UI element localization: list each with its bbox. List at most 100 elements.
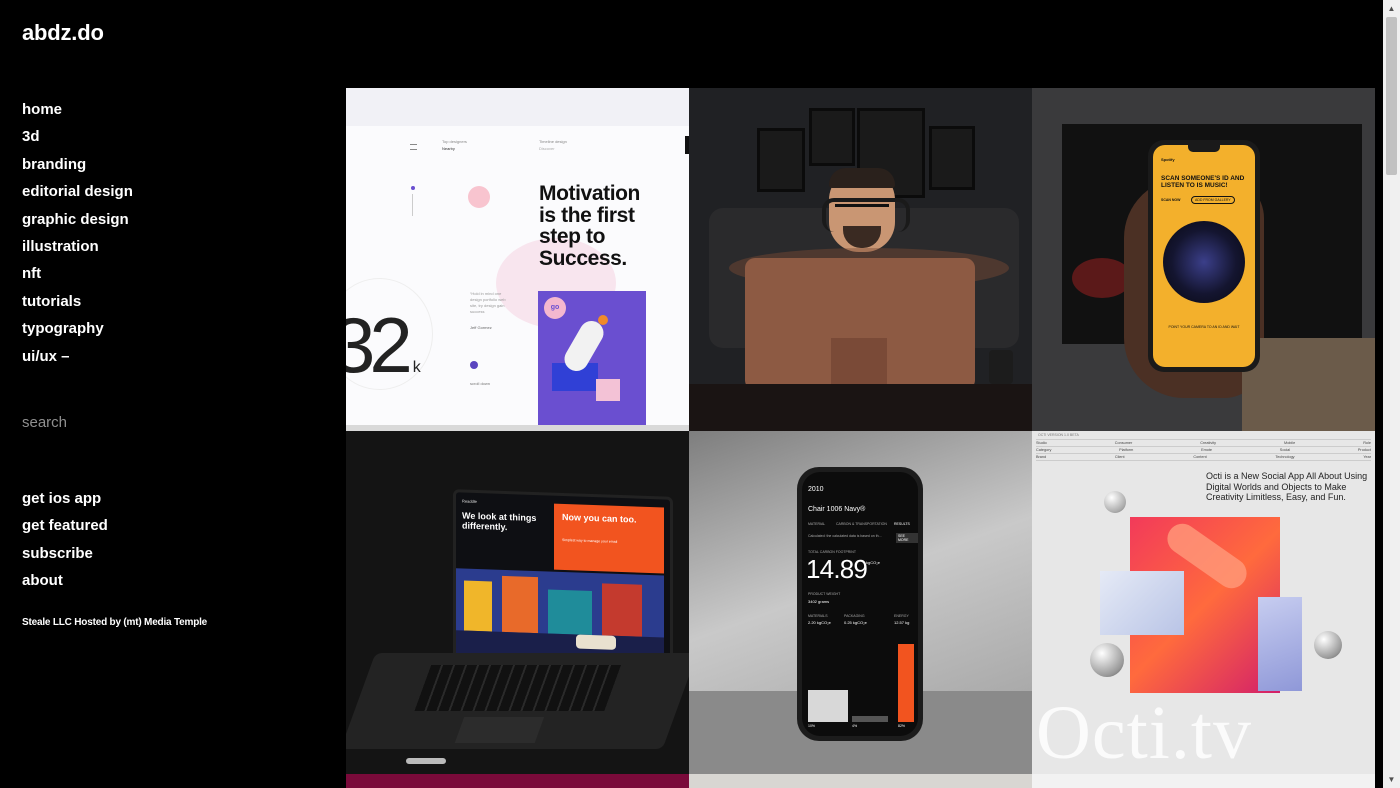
readdle-brand: Readdle	[462, 498, 477, 504]
nav-item-nft[interactable]: nft	[22, 260, 133, 287]
laptop-light	[406, 758, 446, 764]
quote-author: Jeff Gormez	[470, 325, 492, 330]
info-cell: Brand	[1036, 455, 1047, 459]
purple-card: go	[538, 291, 646, 425]
scroll-down-arrow-icon[interactable]: ▼	[1383, 771, 1400, 788]
sleeve	[1242, 338, 1375, 431]
post-tile-octi[interactable]: OCTI VERSION 1.0 BETA Studio Consumer Crea…	[1032, 431, 1375, 774]
nav-item-branding[interactable]: branding	[22, 151, 133, 178]
bar-energy	[898, 644, 914, 722]
octi-heading: Octi is a New Social App All About Using…	[1206, 471, 1370, 503]
trackpad	[454, 717, 545, 743]
go-badge: go	[544, 297, 566, 319]
site-logo[interactable]: abdz.do	[22, 20, 104, 46]
building-yellow	[464, 580, 492, 632]
subscribe-link[interactable]: subscribe	[22, 540, 108, 567]
gallery-button: ADD FROM GALLERY	[1191, 196, 1235, 204]
nav-item-tutorials[interactable]: tutorials	[22, 288, 133, 315]
info-cell: Emote	[1201, 448, 1213, 452]
white-cylinder	[560, 316, 608, 376]
calculation-note: Calculated: the calculated data is based…	[808, 534, 882, 538]
post-tile-3d-character[interactable]	[689, 88, 1032, 431]
octi-top-label: OCTI VERSION 1.0 BETA	[1038, 433, 1079, 437]
post-tile-spotify-scan[interactable]: Spotify SCAN SOMEONE'S ID AND LISTEN TO …	[1032, 88, 1375, 431]
octi-heading-brand: Octi	[1206, 471, 1223, 481]
building-teal	[548, 589, 592, 636]
octi-heading-rest: is a New Social App All About Using Digi…	[1206, 471, 1368, 502]
post-grid: Top designers Nearby Timeline design Dis…	[346, 88, 1375, 788]
info-row: Studio Consumer Creativity Mobile Role	[1036, 439, 1371, 446]
info-cell: Category	[1036, 448, 1052, 452]
post-tile-partial-2[interactable]	[689, 774, 1032, 788]
footer-company-link[interactable]: Steale LLC	[22, 617, 72, 628]
scroll-up-arrow-icon[interactable]: ▲	[1383, 0, 1400, 17]
scroll-dot	[470, 361, 478, 369]
see-more-button: SEE MORE	[896, 533, 918, 543]
scroll-down-label: scroll down	[470, 381, 491, 386]
year-label: 2010	[808, 486, 824, 493]
post-tile-carbon-app[interactable]: 2010 Chair 1006 Navy® MATERIAL CARBON & …	[689, 431, 1032, 774]
headline-line-1: Motivation	[539, 182, 640, 205]
octi-info-table: Studio Consumer Creativity Mobile Role Categ…	[1036, 439, 1371, 461]
get-featured-link[interactable]: get featured	[22, 512, 108, 539]
search-input[interactable]	[22, 414, 222, 431]
car	[576, 634, 616, 650]
energy-value: 12.57 kg	[894, 620, 910, 625]
orange-panel-title: Now you can too.	[562, 511, 637, 525]
quote-text: “Hold in mind one design portfolio web s…	[470, 291, 506, 314]
carbon-unit: kgCO₂e	[866, 560, 881, 565]
wall-frame-4	[929, 126, 975, 190]
nav-item-home[interactable]: home	[22, 96, 133, 123]
desk-surface	[689, 384, 1032, 431]
phone-frame: Spotify SCAN SOMEONE'S ID AND LISTEN TO …	[1148, 140, 1260, 372]
nav-item-illustration[interactable]: illustration	[22, 233, 133, 260]
glass-panel-left	[1100, 571, 1184, 635]
chrome-sphere-2	[1314, 631, 1342, 659]
footer-host-link[interactable]: Hosted by (mt) Media Temple	[74, 617, 207, 628]
building-red	[602, 583, 642, 637]
carbon-value: 14.89	[806, 554, 868, 584]
packaging-value: 0.25 kgCO₂e	[844, 620, 867, 625]
get-ios-app-link[interactable]: get ios app	[22, 485, 108, 512]
keyboard	[414, 665, 622, 711]
info-cell: Mobile	[1284, 441, 1296, 445]
info-cell: Year	[1363, 455, 1371, 459]
post-tile-partial-3[interactable]	[1032, 774, 1375, 788]
octi-watermark: Octi.tv	[1036, 691, 1252, 774]
chrome-sphere-3	[1104, 491, 1126, 513]
menu-label-b: Timeline design	[539, 139, 567, 144]
headline-line-4: Success.	[539, 246, 627, 270]
page-scrollbar[interactable]: ▲ ▼	[1383, 0, 1400, 788]
info-cell: Content	[1193, 455, 1207, 459]
menu-icon	[410, 144, 417, 150]
mug	[989, 350, 1013, 384]
readdle-headline: We look at things differently.	[462, 510, 537, 533]
menu-value-b: Discover	[539, 146, 555, 151]
scan-headline: SCAN SOMEONE'S ID AND LISTEN TO IS MUSIC…	[1161, 175, 1245, 189]
info-row: Category Platform Emote Social Product	[1036, 446, 1371, 453]
info-cell: Social	[1279, 448, 1291, 452]
post-tile-partial-1[interactable]	[346, 774, 689, 788]
bar-packaging	[852, 716, 888, 722]
red-blur	[1072, 258, 1132, 298]
post-tile-motivation[interactable]: Top designers Nearby Timeline design Dis…	[346, 88, 689, 431]
nav-item-3d[interactable]: 3d	[22, 123, 133, 150]
bar-materials	[808, 690, 848, 722]
pct-packaging: 4%	[852, 724, 858, 728]
nav-item-typography[interactable]: typography	[22, 315, 133, 342]
phone-frame: 2010 Chair 1006 Navy® MATERIAL CARBON & …	[797, 467, 923, 741]
pink-cube	[596, 379, 620, 401]
nav-item-editorial-design[interactable]: editorial design	[22, 178, 133, 205]
scrollbar-thumb[interactable]	[1386, 17, 1397, 175]
nav-item-ui-ux[interactable]: ui/ux –	[22, 343, 133, 370]
about-link[interactable]: about	[22, 567, 108, 594]
tile-top-band	[346, 88, 689, 126]
packaging-label: PACKAGING	[844, 614, 865, 618]
nav-item-graphic-design[interactable]: graphic design	[22, 206, 133, 233]
weight-label: PRODUCT WEIGHT	[808, 592, 841, 596]
orange-panel-sub: Simplest way to manage your email	[562, 537, 618, 544]
info-cell: Client	[1114, 455, 1125, 459]
headline-line-3: step to	[539, 225, 606, 248]
post-tile-laptop-readdle[interactable]: Readdle We look at things differently. N…	[346, 431, 689, 774]
phone-screen: 2010 Chair 1006 Navy® MATERIAL CARBON & …	[802, 472, 918, 736]
